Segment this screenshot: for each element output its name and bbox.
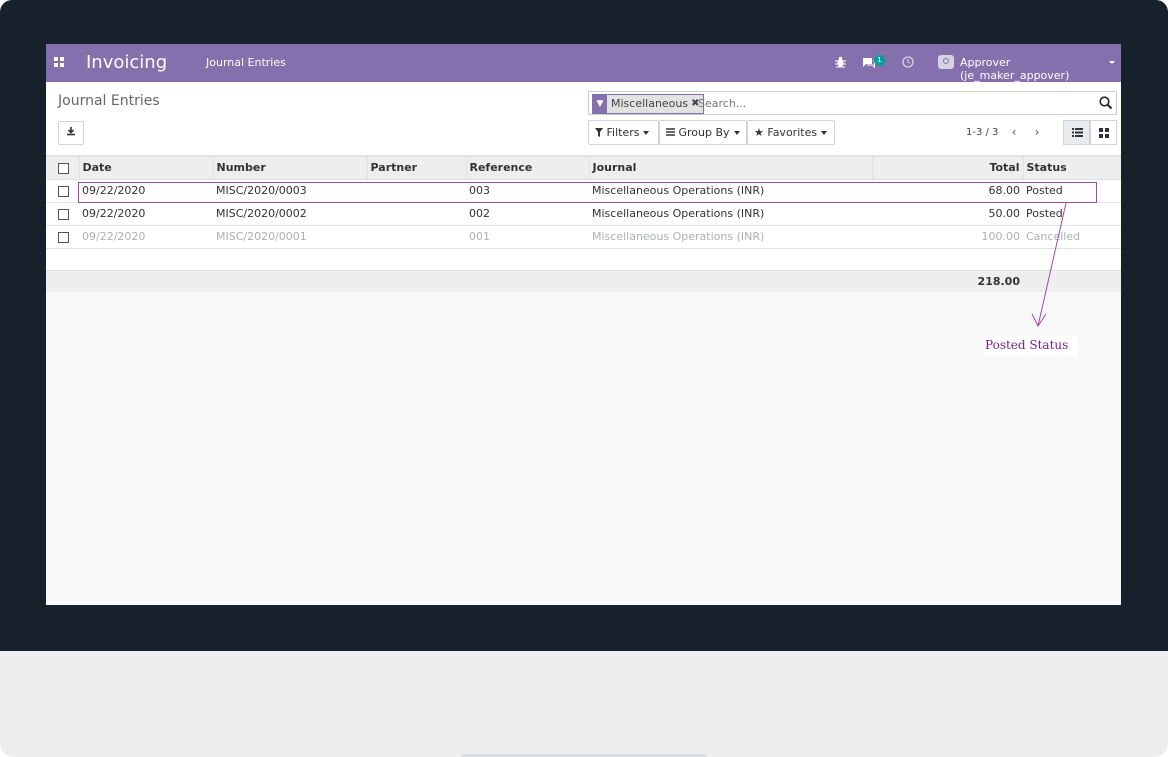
column-header-reference[interactable]: Reference	[465, 155, 589, 180]
column-header-partner[interactable]: Partner	[366, 155, 466, 180]
column-header-journal[interactable]: Journal	[588, 155, 872, 180]
bug-icon[interactable]	[835, 56, 846, 68]
chevron-down-icon	[821, 131, 828, 135]
app-screen: Invoicing Journal Entries 1 Approver (je…	[46, 44, 1121, 605]
row-checkbox[interactable]	[46, 201, 79, 225]
cell-partner	[367, 201, 466, 225]
group-by-label: Group By	[678, 126, 730, 139]
search-facet[interactable]: ▼ Miscellaneous ✖	[592, 94, 704, 114]
search-bar[interactable]: ▼ Miscellaneous ✖	[588, 91, 1117, 115]
user-avatar-icon[interactable]	[938, 55, 954, 69]
apps-menu-icon[interactable]	[54, 57, 64, 67]
kanban-icon	[1099, 128, 1109, 138]
clock-icon[interactable]	[902, 56, 914, 68]
cell-number: MISC/2020/0002	[213, 201, 367, 225]
search-icon[interactable]	[1099, 96, 1113, 110]
footer-total: 218.00	[872, 269, 1023, 292]
row-checkbox[interactable]	[46, 224, 79, 248]
cell-date: 09/22/2020	[79, 201, 213, 225]
control-panel: Journal Entries ▼ Miscellaneous ✖ Filter…	[46, 82, 1121, 156]
cell-journal: Miscellaneous Operations (INR)	[589, 201, 872, 225]
app-title[interactable]: Invoicing	[86, 52, 167, 73]
cell-reference: 003	[466, 178, 589, 202]
cell-total: 100.00	[872, 224, 1023, 248]
select-all-checkbox[interactable]	[46, 155, 79, 180]
list-view-button[interactable]	[1063, 120, 1090, 145]
cell-date: 09/22/2020	[79, 178, 213, 202]
favorites-button[interactable]: ★ Favorites	[747, 120, 835, 145]
pager-next-icon[interactable]: ›	[1030, 125, 1044, 139]
cell-journal: Miscellaneous Operations (INR)	[589, 224, 872, 248]
kanban-view-button[interactable]	[1090, 120, 1117, 145]
cell-total: 68.00	[872, 178, 1023, 202]
column-header-status[interactable]: Status	[1022, 155, 1121, 180]
annotation-label: Posted Status	[984, 336, 1078, 356]
filter-icon: ▼	[593, 95, 607, 113]
list-icon	[1072, 128, 1083, 137]
table-header: Date Number Partner Reference Journal To…	[46, 155, 1121, 180]
empty-row	[46, 247, 1121, 270]
table-row[interactable]: 09/22/2020 MISC/2020/0003 003 Miscellane…	[46, 178, 1121, 202]
cell-number: MISC/2020/0003	[213, 178, 367, 202]
bars-icon	[666, 128, 675, 136]
favorites-label: Favorites	[767, 126, 818, 139]
chevron-down-icon	[733, 131, 740, 135]
cell-partner	[367, 178, 466, 202]
chevron-down-icon	[643, 131, 650, 135]
breadcrumb: Journal Entries	[58, 93, 160, 109]
cell-total: 50.00	[872, 201, 1023, 225]
filter-icon	[595, 128, 603, 137]
column-header-number[interactable]: Number	[212, 155, 367, 180]
journal-entries-table: Date Number Partner Reference Journal To…	[46, 155, 1121, 292]
cell-journal: Miscellaneous Operations (INR)	[589, 178, 872, 202]
table-row[interactable]: 09/22/2020 MISC/2020/0001 001 Miscellane…	[46, 224, 1121, 248]
download-button[interactable]	[58, 121, 84, 145]
monitor-chin	[0, 651, 1168, 757]
cell-date: 09/22/2020	[79, 224, 213, 248]
messages-count-badge: 1	[874, 55, 885, 66]
column-header-total[interactable]: Total	[871, 155, 1023, 180]
table-row[interactable]: 09/22/2020 MISC/2020/0002 002 Miscellane…	[46, 201, 1121, 225]
cell-partner	[367, 224, 466, 248]
cell-number: MISC/2020/0001	[213, 224, 367, 248]
menu-journal-entries[interactable]: Journal Entries	[206, 56, 286, 69]
group-by-button[interactable]: Group By	[659, 120, 747, 145]
chevron-down-icon[interactable]	[1109, 61, 1115, 64]
filters-label: Filters	[606, 126, 640, 139]
star-icon: ★	[754, 126, 764, 139]
facet-value: Miscellaneous	[607, 95, 692, 113]
annotation-arrow-icon	[1031, 202, 1067, 327]
cell-status: Posted	[1023, 178, 1121, 202]
user-menu[interactable]: Approver (je_maker_appover)	[960, 56, 1121, 82]
chat-icon[interactable]	[862, 57, 875, 68]
pager-value[interactable]: 1-3 / 3	[966, 127, 998, 138]
pager-previous-icon[interactable]: ‹	[1007, 125, 1021, 139]
row-checkbox[interactable]	[46, 178, 79, 202]
filters-button[interactable]: Filters	[588, 120, 659, 145]
cell-reference: 002	[466, 201, 589, 225]
download-icon	[67, 127, 75, 136]
table-footer: 218.00	[46, 269, 1121, 292]
top-navbar: Invoicing Journal Entries 1 Approver (je…	[46, 44, 1121, 82]
column-header-date[interactable]: Date	[78, 155, 213, 180]
cell-reference: 001	[466, 224, 589, 248]
search-input[interactable]	[698, 95, 1078, 111]
